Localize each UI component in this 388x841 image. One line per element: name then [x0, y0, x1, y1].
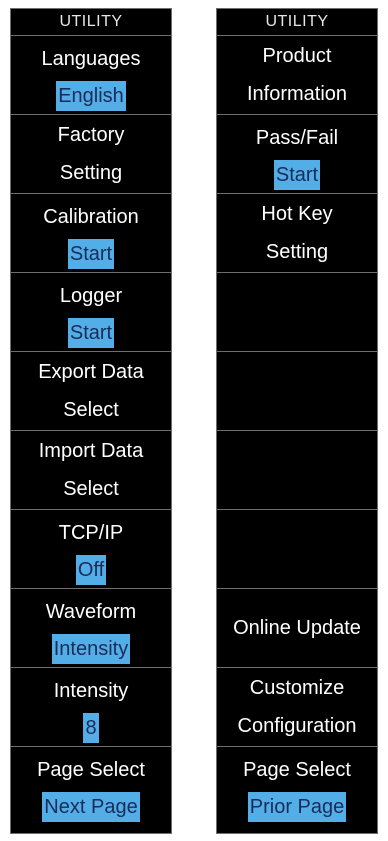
menu-item-value: 8 [83, 712, 99, 743]
menu-item-label-line2: Select [63, 399, 119, 421]
menu-item-label: Hot Key [261, 203, 333, 225]
menu-item-label-line2: Configuration [237, 715, 357, 737]
menu-item-empty [217, 273, 377, 352]
menu-item-label-line2: Information [246, 83, 348, 105]
menu-item-label: Page Select [37, 759, 145, 781]
menu-item-label: Pass/Fail [255, 126, 339, 149]
menu-item-value: Intensity [51, 633, 131, 664]
menu-item-empty [217, 510, 377, 589]
menu-item-label-line2: Select [63, 478, 119, 500]
menu-item-value: Start [67, 317, 115, 348]
menu-item-waveform[interactable]: Waveform Intensity [11, 589, 171, 668]
menu-item-logger[interactable]: Logger Start [11, 273, 171, 352]
menu-item-value: Next Page [42, 792, 140, 822]
menu-item-label: Product [262, 45, 332, 67]
menu-item-export-data[interactable]: Export Data Select [11, 352, 171, 431]
menu-item-label: TCP/IP [58, 521, 124, 544]
menu-item-online-update[interactable]: Online Update [217, 589, 377, 668]
menu-item-value: Start [67, 238, 115, 269]
menu-item-hot-key-setting[interactable]: Hot Key Setting [217, 194, 377, 273]
utility-menu-page-2: UTILITY Product Information Pass/Fail St… [216, 8, 378, 834]
menu-item-label: Page Select [243, 759, 351, 781]
menu-item-empty [217, 431, 377, 510]
menu-item-factory-setting[interactable]: Factory Setting [11, 115, 171, 194]
menu-item-label: Languages [41, 47, 141, 70]
menu-item-tcp-ip[interactable]: TCP/IP Off [11, 510, 171, 589]
utility-menu-page-1: UTILITY Languages English Factory Settin… [10, 8, 172, 834]
menu-item-label: Customize [249, 677, 345, 699]
menu-item-label: Online Update [233, 617, 361, 639]
menu-item-languages[interactable]: Languages English [11, 36, 171, 115]
menu-item-label-line2: Setting [59, 162, 123, 184]
menu-item-value: Off [75, 554, 107, 585]
menu-item-label-line2: Setting [265, 241, 329, 263]
menu-item-customize-configuration[interactable]: Customize Configuration [217, 668, 377, 747]
menu-item-page-select[interactable]: Page Select Prior Page [217, 747, 377, 826]
menu-item-label: Export Data [38, 361, 144, 383]
menu-title: UTILITY [11, 9, 171, 36]
menu-item-label: Intensity [53, 679, 129, 702]
menu-item-product-information[interactable]: Product Information [217, 36, 377, 115]
menu-item-calibration[interactable]: Calibration Start [11, 194, 171, 273]
menu-item-empty [217, 352, 377, 431]
menu-title: UTILITY [217, 9, 377, 36]
menu-item-value: English [56, 80, 126, 111]
menu-item-pass-fail[interactable]: Pass/Fail Start [217, 115, 377, 194]
menu-item-label: Waveform [45, 600, 137, 623]
menu-item-label: Import Data [38, 440, 144, 462]
menu-item-import-data[interactable]: Import Data Select [11, 431, 171, 510]
menu-item-value: Start [273, 159, 321, 190]
menu-item-intensity[interactable]: Intensity 8 [11, 668, 171, 747]
menu-item-label: Logger [59, 284, 123, 307]
menu-item-value: Prior Page [247, 792, 347, 822]
menu-item-label: Factory [57, 124, 125, 146]
menu-item-page-select[interactable]: Page Select Next Page [11, 747, 171, 826]
menu-item-label: Calibration [43, 205, 139, 228]
